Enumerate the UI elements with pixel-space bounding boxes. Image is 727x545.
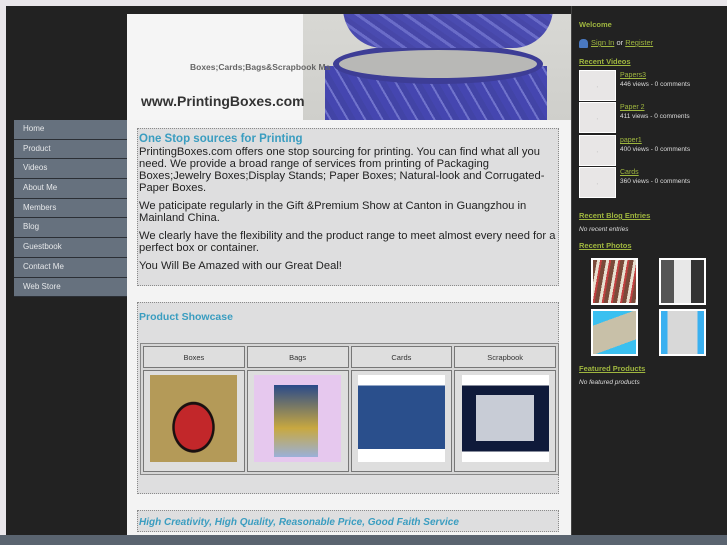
nav-web-store[interactable]: Web Store	[14, 277, 127, 298]
video-item[interactable]: ▫ Papers3 446 views - 0 comments	[579, 70, 719, 102]
nav-videos[interactable]: Videos	[14, 159, 127, 180]
header-banner: Boxes;Cards;Bags&Scrapbook Ma www.Printi…	[127, 14, 571, 120]
video-thumbnail[interactable]: ▫	[579, 167, 616, 198]
video-meta: 400 views - 0 comments	[620, 146, 691, 153]
intro-panel: One Stop sources for Printing PrintingBo…	[137, 128, 559, 286]
or-text: or	[616, 38, 624, 47]
main-nav: Home Product Videos About Me Members Blo…	[14, 120, 127, 298]
boxes-image[interactable]	[150, 375, 238, 462]
box-inside	[333, 44, 543, 84]
welcome-heading: Welcome	[579, 20, 612, 29]
video-thumbnail[interactable]: ▫	[579, 102, 616, 133]
column-boxes: Boxes	[143, 346, 245, 368]
product-showcase-panel: Product Showcase Boxes Bags Cards Scrapb…	[137, 302, 559, 494]
recent-photo[interactable]	[659, 258, 706, 305]
column-bags: Bags	[246, 346, 349, 368]
banner-box-image	[303, 14, 571, 120]
auth-links: Sign In or Register	[579, 38, 653, 48]
sign-in-link[interactable]: Sign In	[591, 38, 614, 47]
video-item[interactable]: ▫ paper1 400 views - 0 comments	[579, 135, 719, 167]
recent-blog-heading[interactable]: Recent Blog Entries	[579, 211, 650, 220]
recent-photo[interactable]	[591, 309, 638, 356]
site-title[interactable]: www.PrintingBoxes.com	[141, 93, 305, 109]
intro-paragraph: PrintingBoxes.com offers one stop sourci…	[139, 146, 545, 194]
video-title[interactable]: paper1	[620, 137, 642, 144]
recent-photo[interactable]	[591, 258, 638, 305]
nav-product[interactable]: Product	[14, 139, 127, 160]
video-title[interactable]: Papers3	[620, 72, 646, 79]
bag-shape	[274, 385, 319, 457]
cards-image[interactable]	[357, 375, 445, 462]
nav-guestbook[interactable]: Guestbook	[14, 238, 127, 258]
column-scrapbook: Scrapbook	[454, 346, 556, 368]
no-featured-products: No featured products	[579, 379, 640, 386]
slogan: High Creativity, High Quality, Reasonabl…	[137, 510, 559, 532]
video-title[interactable]: Cards	[620, 169, 639, 176]
nav-blog[interactable]: Blog	[14, 218, 127, 239]
scrapbook-image[interactable]	[461, 375, 549, 462]
video-item[interactable]: ▫ Cards 360 views - 0 comments	[579, 167, 719, 199]
site-tagline: Boxes;Cards;Bags&Scrapbook Ma	[190, 62, 331, 72]
recent-photo[interactable]	[659, 309, 706, 356]
nav-about-me[interactable]: About Me	[14, 179, 127, 199]
intro-title: One Stop sources for Printing	[139, 133, 303, 145]
featured-products-heading[interactable]: Featured Products	[579, 364, 645, 373]
video-meta: 446 views - 0 comments	[620, 81, 691, 88]
right-sidebar: Welcome Sign In or Register Recent Video…	[571, 6, 727, 545]
nav-contact-me[interactable]: Contact Me	[14, 257, 127, 278]
nav-members[interactable]: Members	[14, 198, 127, 219]
recent-videos-heading[interactable]: Recent Videos	[579, 57, 631, 66]
intro-paragraph: We clearly have the flexibility and the …	[139, 230, 556, 254]
product-table: Boxes Bags Cards Scrapbook	[140, 343, 559, 475]
user-icon	[579, 38, 588, 48]
showcase-title: Product Showcase	[139, 311, 233, 323]
video-title[interactable]: Paper 2	[620, 104, 645, 111]
no-blog-entries: No recent entries	[579, 226, 629, 233]
page-container: Home Product Videos About Me Members Blo…	[6, 6, 727, 545]
scrapbook-shape	[475, 395, 534, 441]
intro-paragraph: We paticipate regularly in the Gift &Pre…	[139, 200, 527, 224]
left-column: Home Product Videos About Me Members Blo…	[6, 6, 127, 545]
nav-home[interactable]: Home	[14, 120, 127, 140]
register-link[interactable]: Register	[625, 38, 653, 47]
bottom-bar	[0, 535, 727, 545]
column-cards: Cards	[350, 346, 453, 368]
main-content: Boxes;Cards;Bags&Scrapbook Ma www.Printi…	[127, 14, 571, 545]
intro-paragraph: You Will Be Amazed with our Great Deal!	[139, 260, 342, 272]
recent-photos-heading[interactable]: Recent Photos	[579, 241, 632, 250]
box-lid	[343, 14, 553, 48]
video-meta: 411 views - 0 comments	[620, 113, 690, 120]
video-meta: 360 views - 0 comments	[620, 178, 691, 185]
video-item[interactable]: ▫ Paper 2 411 views - 0 comments	[579, 102, 719, 134]
video-thumbnail[interactable]: ▫	[579, 70, 616, 101]
video-thumbnail[interactable]: ▫	[579, 135, 616, 166]
bags-image[interactable]	[254, 375, 342, 462]
